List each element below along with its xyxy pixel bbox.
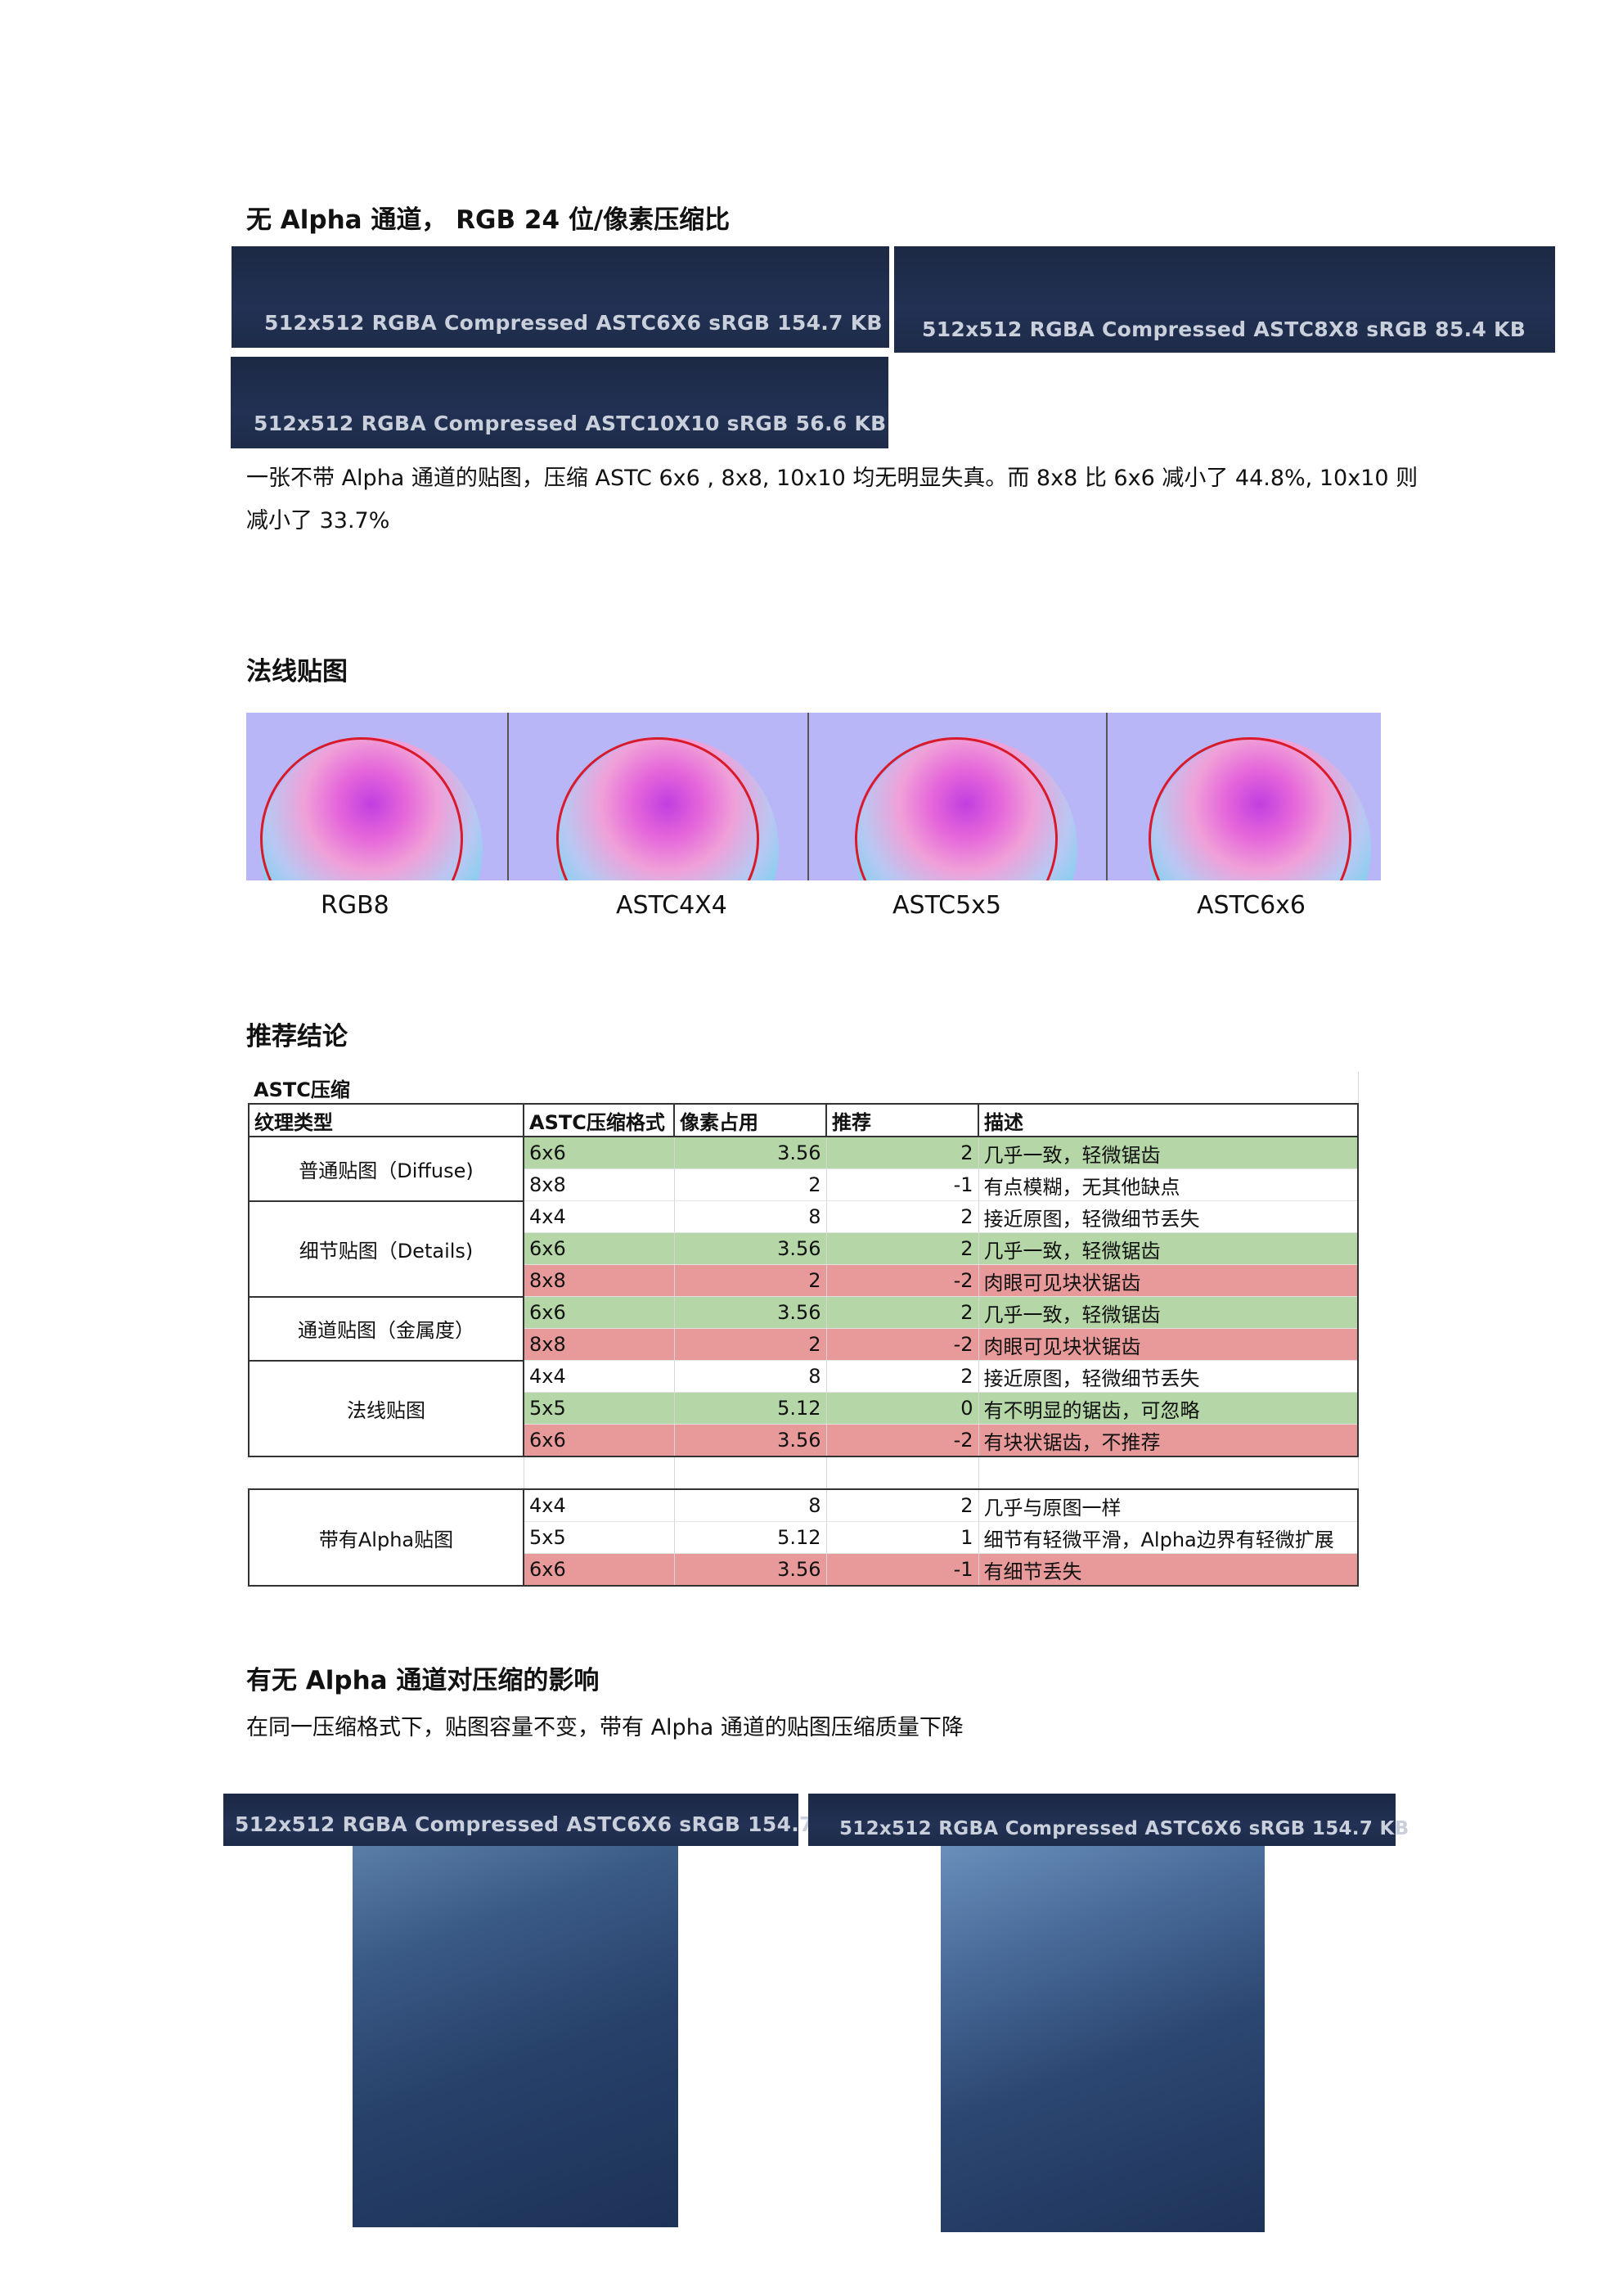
cell-format: 5x5 [524,1521,675,1554]
section-heading-no-alpha: 无 Alpha 通道， RGB 24 位/像素压缩比 [246,205,731,235]
table-row: 普通贴图（Diffuse) 6x6 3.56 2 几乎一致，轻微锯齿 [248,1136,1359,1202]
normal-map-thumb-astc5x5 [809,713,1106,880]
table-row: 细节贴图（Details) 4x4 8 2 接近原图，轻微细节丢失 [248,1200,1359,1298]
strip-text: 512x512 RGBA Compressed ASTC6X6 sRGB 154… [264,311,883,335]
paragraph-line-2: 减小了 33.7% [246,508,390,533]
section-heading-recommendation: 推荐结论 [246,1022,348,1051]
cell-recommend: -2 [826,1328,979,1361]
label-astc5x5: ASTC5x5 [892,891,1002,920]
type-cell: 法线贴图 [248,1359,524,1457]
cell-recommend: 2 [826,1360,979,1393]
cell-recommend: -2 [826,1424,979,1457]
cell-recommend: -1 [826,1553,979,1587]
col-header-format: ASTC压缩格式 [524,1103,675,1137]
col-header-desc: 描述 [978,1103,1359,1137]
texture-info-strip-astc8x8: 512x512 RGBA Compressed ASTC8X8 sRGB 85.… [894,246,1555,353]
normal-map-thumb-astc6x6 [1108,713,1381,880]
cell-pixel: 3.56 [674,1553,827,1587]
table-row: 法线贴图 4x4 8 2 接近原图，轻微细节丢失 [248,1359,1359,1457]
texture-info-strip-astc6x6: 512x512 RGBA Compressed ASTC6X6 sRGB 154… [232,246,889,348]
cell-pixel: 2 [674,1264,827,1297]
strip-text: 512x512 RGBA Compressed ASTC8X8 sRGB 85.… [922,317,1526,341]
cell-pixel: 3.56 [674,1296,827,1329]
cell-recommend: 2 [826,1488,979,1522]
section-heading-alpha-impact: 有无 Alpha 通道对压缩的影响 [246,1666,600,1695]
cell-format: 6x6 [524,1137,675,1169]
label-astc6x6: ASTC6x6 [1197,891,1306,920]
cell-recommend: 1 [826,1521,979,1554]
cell-recommend: 2 [826,1296,979,1329]
texture-preview-no-alpha [353,1846,678,2227]
cell-pixel: 8 [674,1488,827,1522]
table-title: ASTC压缩 [249,1072,524,1105]
cell-format: 8x8 [524,1264,675,1297]
strip-text: 512x512 RGBA Compressed ASTC6X6 sRGB 154… [839,1818,1409,1839]
cell-format: 4x4 [524,1200,675,1233]
strip-text: 512x512 RGBA Compressed ASTC6X6 sRGB 154… [235,1812,853,1836]
table-row: 带有Alpha贴图 4x4 8 2 几乎与原图一样 [248,1488,1359,1587]
texture-info-strip-astc10x10: 512x512 RGBA Compressed ASTC10X10 sRGB 5… [231,357,888,448]
cell-desc: 有细节丢失 [978,1553,1359,1587]
cell-pixel: 5.12 [674,1392,827,1425]
type-cell: 带有Alpha贴图 [248,1488,524,1587]
cell-desc: 几乎一致，轻微锯齿 [978,1137,1359,1169]
paragraph-line-1: 一张不带 Alpha 通道的贴图，压缩 ASTC 6x6 , 8x8, 10x1… [246,466,1418,491]
cell-pixel: 3.56 [674,1232,827,1265]
cell-pixel: 8 [674,1200,827,1233]
cell-pixel: 3.56 [674,1424,827,1457]
col-header-pixel: 像素占用 [674,1103,827,1137]
normal-map-thumb-rgb8 [246,713,507,880]
cell-format: 6x6 [524,1553,675,1587]
cell-desc: 几乎一致，轻微锯齿 [978,1296,1359,1329]
cell-desc: 几乎与原图一样 [978,1488,1359,1522]
label-astc4x4: ASTC4X4 [616,891,727,920]
texture-info-strip-with-alpha: 512x512 RGBA Compressed ASTC6X6 sRGB 154… [808,1794,1409,1846]
cell-pixel: 2 [674,1328,827,1361]
label-rgb8: RGB8 [321,891,389,920]
cell-format: 5x5 [524,1392,675,1425]
strip-text: 512x512 RGBA Compressed ASTC10X10 sRGB 5… [254,412,887,435]
cell-desc: 接近原图，轻微细节丢失 [978,1200,1359,1233]
normal-map-thumb-astc4x4 [509,713,807,880]
thumb-divider [507,713,509,880]
cell-format: 4x4 [524,1360,675,1393]
thumb-divider [1106,713,1108,880]
cell-pixel: 8 [674,1360,827,1393]
type-cell: 细节贴图（Details) [248,1200,524,1298]
cell-desc: 有块状锯齿，不推荐 [978,1424,1359,1457]
cell-recommend: 2 [826,1232,979,1265]
type-cell: 通道贴图（金属度） [248,1295,524,1362]
cell-format: 6x6 [524,1232,675,1265]
cell-recommend: 0 [826,1392,979,1425]
cell-recommend: -1 [826,1168,979,1201]
cell-pixel: 2 [674,1168,827,1201]
cell-desc: 有不明显的锯齿，可忽略 [978,1392,1359,1425]
cell-desc: 有点模糊，无其他缺点 [978,1168,1359,1201]
cell-recommend: 2 [826,1137,979,1169]
recommendation-table: ASTC压缩 纹理类型 ASTC压缩格式 像素占用 推荐 描述 普通贴图（Dif… [248,1072,1359,1587]
col-header-type: 纹理类型 [248,1103,524,1137]
cell-pixel: 5.12 [674,1521,827,1554]
alpha-impact-paragraph: 在同一压缩格式下，贴图容量不变，带有 Alpha 通道的贴图压缩质量下降 [246,1715,964,1740]
cell-format: 8x8 [524,1328,675,1361]
type-cell: 普通贴图（Diffuse) [248,1136,524,1202]
section-heading-normal-map: 法线贴图 [246,657,348,687]
cell-desc: 细节有轻微平滑，Alpha边界有轻微扩展 [978,1521,1359,1554]
cell-desc: 接近原图，轻微细节丢失 [978,1360,1359,1393]
thumb-divider [807,713,809,880]
cell-recommend: -2 [826,1264,979,1297]
table-row: 通道贴图（金属度） 6x6 3.56 2 几乎一致，轻微锯齿 [248,1295,1359,1362]
cell-format: 8x8 [524,1168,675,1201]
texture-preview-with-alpha [941,1846,1265,2232]
cell-desc: 肉眼可见块状锯齿 [978,1328,1359,1361]
cell-format: 6x6 [524,1296,675,1329]
cell-desc: 肉眼可见块状锯齿 [978,1264,1359,1297]
cell-pixel: 3.56 [674,1137,827,1169]
cell-format: 6x6 [524,1424,675,1457]
cell-recommend: 2 [826,1200,979,1233]
texture-info-strip-no-alpha: 512x512 RGBA Compressed ASTC6X6 sRGB 154… [223,1794,852,1846]
col-header-recommend: 推荐 [826,1103,979,1137]
cell-desc: 几乎一致，轻微锯齿 [978,1232,1359,1265]
cell-format: 4x4 [524,1488,675,1522]
